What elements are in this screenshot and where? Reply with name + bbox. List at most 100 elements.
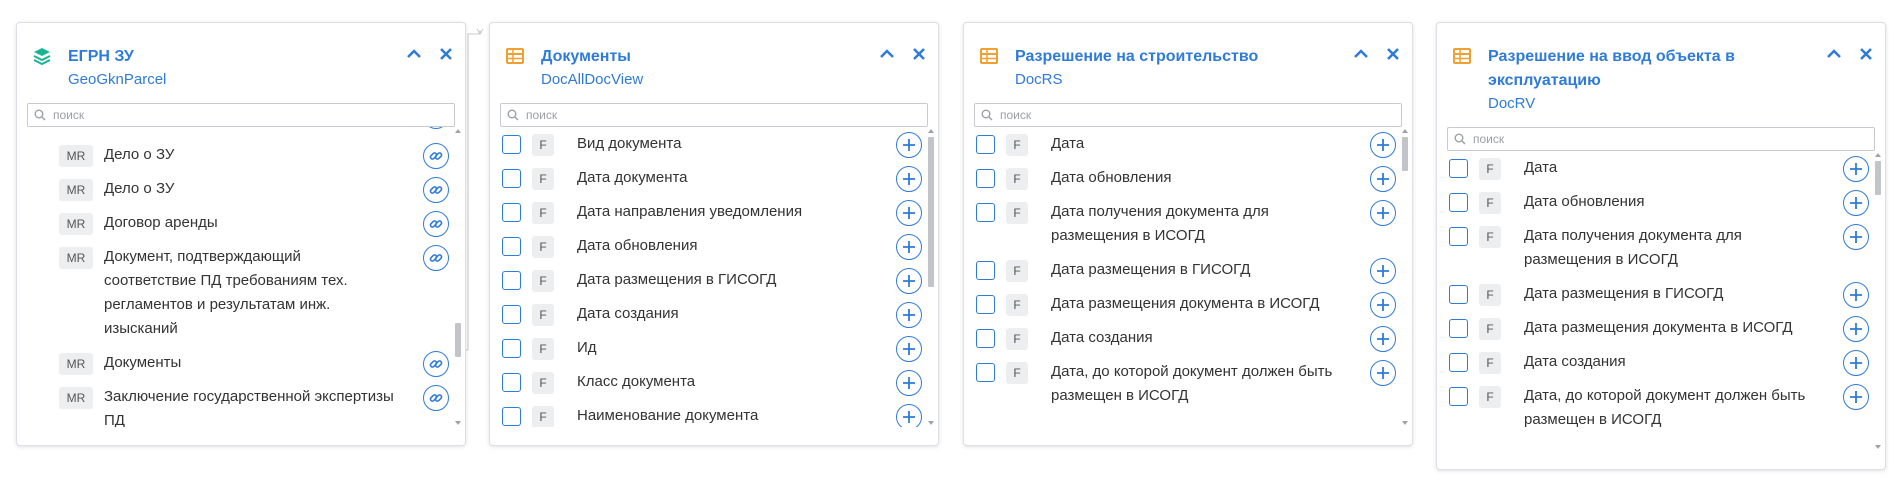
add-field-button[interactable] [1843,316,1869,342]
field-checkbox[interactable] [976,135,995,154]
search-input[interactable] [526,108,927,122]
add-field-button[interactable] [1370,326,1396,352]
list-item: F Вид документа [490,127,922,161]
collapse-button[interactable] [1350,43,1372,65]
list-item: F Дата направления уведомления [490,195,922,229]
collapse-button[interactable] [403,43,425,65]
list-item: F Дата, до которой документ должен быть р… [964,355,1396,413]
collapse-button[interactable] [876,43,898,65]
field-checkbox[interactable] [976,261,995,280]
field-checkbox[interactable] [502,305,521,324]
field-checkbox[interactable] [502,135,521,154]
field-checkbox[interactable] [502,237,521,256]
field-checkbox[interactable] [1449,319,1468,338]
add-field-button[interactable] [896,200,922,226]
scrollbar-thumb[interactable] [1402,137,1408,171]
scrollbar[interactable] [1873,151,1883,451]
link-button[interactable] [423,245,449,271]
field-list[interactable]: F Дата F Дата обновления F Дата получения д… [964,127,1412,427]
field-checkbox[interactable] [1449,193,1468,212]
field-checkbox[interactable] [976,329,995,348]
field-label: Дата, до которой документ должен быть ра… [1524,387,1806,428]
field-checkbox[interactable] [1449,353,1468,372]
search-input[interactable] [53,108,454,122]
field-label: Дата, до которой документ должен быть ра… [1051,363,1333,404]
scrollbar[interactable] [926,127,936,427]
mr-tag: MR [59,213,93,235]
link-button[interactable] [423,177,449,203]
collapse-button[interactable] [1823,43,1845,65]
add-field-button[interactable] [1370,132,1396,158]
add-field-button[interactable] [896,166,922,192]
close-button[interactable] [435,43,457,65]
add-field-button[interactable] [896,336,922,362]
add-field-button[interactable] [1843,190,1869,216]
add-field-button[interactable] [1370,166,1396,192]
scrollbar[interactable] [1400,127,1410,427]
chevron-up-icon [1354,49,1368,58]
field-list[interactable]: F Вид документа F Дата документа F Дата нап… [490,127,938,427]
add-field-button[interactable] [1843,350,1869,376]
field-checkbox[interactable] [502,339,521,358]
plus-icon [903,241,915,253]
scrollbar-thumb[interactable] [928,137,934,287]
field-checkbox[interactable] [502,373,521,392]
search-input[interactable] [1000,108,1401,122]
chevron-up-icon [880,49,894,58]
list-item: F Дата размещения в ГИСОГД [964,253,1396,287]
f-tag: F [1006,168,1028,190]
add-field-button[interactable] [896,302,922,328]
close-button[interactable] [1382,43,1404,65]
close-button[interactable] [908,43,930,65]
add-field-button[interactable] [1843,282,1869,308]
field-checkbox[interactable] [1449,159,1468,178]
field-checkbox[interactable] [502,203,521,222]
field-label: Дата [1051,135,1085,152]
link-button[interactable] [423,127,449,129]
add-field-button[interactable] [1843,224,1869,250]
list-item: MR Документ, подтверждающий соответствие… [17,240,449,346]
field-list[interactable]: MR Дело о ЗУ MR Дело о ЗУ MR Договор аре… [17,127,465,427]
plus-icon [1850,323,1862,335]
link-button[interactable] [423,143,449,169]
link-button[interactable] [423,351,449,377]
link-button[interactable] [423,385,449,411]
add-field-button[interactable] [1370,258,1396,284]
add-field-button[interactable] [1370,200,1396,226]
list-item: MR Дело о ЗУ [17,172,449,206]
close-button[interactable] [1855,43,1877,65]
mr-tag: MR [59,179,93,201]
field-checkbox[interactable] [976,203,995,222]
panel-title: Документы [541,48,631,65]
field-checkbox[interactable] [976,295,995,314]
search-input[interactable] [1473,132,1874,146]
link-icon [429,220,443,228]
list-item: MR Договор аренды [17,206,449,240]
field-checkbox[interactable] [1449,387,1468,406]
add-field-button[interactable] [896,404,922,427]
scrollbar-thumb[interactable] [455,323,461,357]
add-field-button[interactable] [1843,156,1869,182]
add-field-button[interactable] [896,132,922,158]
field-checkbox[interactable] [976,363,995,382]
table-icon [1453,48,1471,64]
field-checkbox[interactable] [502,271,521,290]
add-field-button[interactable] [896,268,922,294]
add-field-button[interactable] [1370,292,1396,318]
field-checkbox[interactable] [502,407,521,426]
list-item: F Дата создания [490,297,922,331]
scrollbar[interactable] [453,127,463,427]
field-list[interactable]: F Дата F Дата обновления F Дата получения д… [1437,151,1885,451]
panel-title: ЕГРН ЗУ [68,48,134,65]
scrollbar-thumb[interactable] [1875,161,1881,195]
add-field-button[interactable] [1370,360,1396,386]
add-field-button[interactable] [896,370,922,396]
f-tag: F [1006,294,1028,316]
add-field-button[interactable] [896,234,922,260]
link-button[interactable] [423,211,449,237]
field-checkbox[interactable] [1449,285,1468,304]
field-checkbox[interactable] [1449,227,1468,246]
field-checkbox[interactable] [976,169,995,188]
add-field-button[interactable] [1843,384,1869,410]
field-checkbox[interactable] [502,169,521,188]
